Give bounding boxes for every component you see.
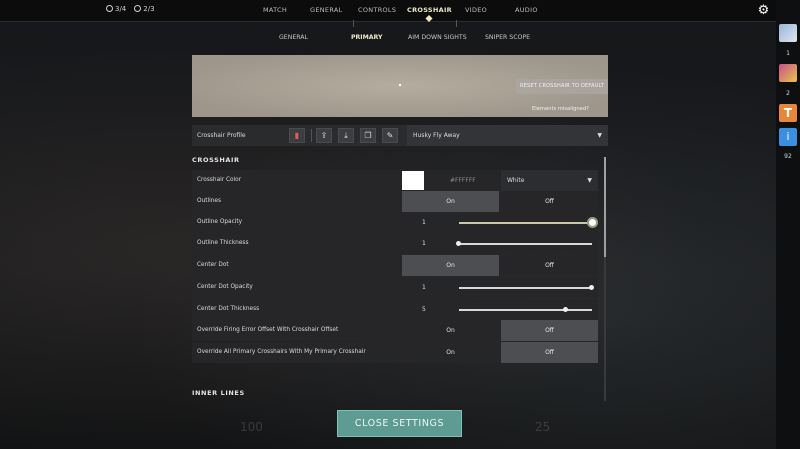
setting-value[interactable]: 5 [422, 306, 426, 313]
close-settings-button[interactable]: CLOSE SETTINGS [337, 410, 462, 437]
team-icon[interactable]: T [779, 104, 797, 122]
setting-outline-opacity: Outline Opacity 1 [192, 212, 598, 233]
setting-label: Outline Thickness [197, 240, 249, 246]
misaligned-link[interactable]: Elements misaligned? [532, 106, 589, 112]
setting-label: Outline Opacity [197, 219, 243, 225]
setting-center-dot: Center Dot On Off [192, 255, 598, 276]
tab-general[interactable]: GENERAL [310, 6, 343, 14]
setting-value[interactable]: 1 [422, 284, 426, 291]
crosshair-dot [399, 84, 401, 86]
setting-center-dot-thickness: Center Dot Thickness 5 [192, 299, 598, 320]
setting-crosshair-color: Crosshair Color #FFFFFF White ▼ [192, 170, 598, 191]
avatar[interactable] [779, 64, 797, 82]
setting-label: Center Dot Opacity [197, 284, 253, 290]
override-all-off-button[interactable]: Off [501, 342, 598, 363]
subtab-sniper-scope[interactable]: SNIPER SCOPE [485, 34, 530, 41]
setting-center-dot-opacity: Center Dot Opacity 1 [192, 277, 598, 298]
rename-profile-button[interactable]: ✎ [382, 128, 398, 143]
tab-controls[interactable]: CONTROLS [358, 6, 396, 14]
download-icon: ⤓ [344, 131, 348, 140]
export-profile-button[interactable]: ⇪ [316, 128, 332, 143]
round-counter-a: 3/4 [106, 5, 126, 13]
override-firing-off-button[interactable]: Off [501, 320, 598, 341]
setting-label: Center Dot Thickness [197, 306, 260, 312]
tab-match[interactable]: MATCH [263, 6, 287, 14]
profile-label: Crosshair Profile [197, 132, 246, 139]
setting-outlines: Outlines On Off [192, 191, 598, 212]
chevron-down-icon: ▼ [587, 177, 592, 184]
copy-icon: ❐ [364, 131, 372, 140]
setting-label: Crosshair Color [197, 177, 242, 183]
setting-override-all-primary: Override All Primary Crosshairs With My … [192, 342, 598, 363]
round-info: 3/4 2/3 [106, 5, 155, 13]
copy-profile-button[interactable]: ❐ [360, 128, 376, 143]
party-sidebar: 1 2 T ⅰ 92 [776, 0, 800, 449]
player-icon[interactable]: ⅰ [779, 128, 797, 146]
subtab-general[interactable]: GENERAL [279, 34, 308, 41]
tab-crosshair[interactable]: CROSSHAIR [407, 6, 452, 14]
color-select[interactable]: White ▼ [501, 170, 598, 191]
tab-audio[interactable]: AUDIO [515, 6, 538, 14]
gear-icon[interactable]: ⚙ [756, 3, 771, 18]
outlines-on-button[interactable]: On [402, 191, 499, 212]
tab-divider [353, 20, 354, 27]
setting-label: Center Dot [197, 262, 229, 268]
settings-topbar: 3/4 2/3 MATCH GENERAL CONTROLS CROSSHAIR… [0, 0, 776, 27]
tab-video[interactable]: VIDEO [465, 6, 487, 14]
background-hud-value-right: 25 [535, 420, 551, 434]
upload-icon: ⇪ [320, 131, 328, 140]
slider-handle[interactable] [563, 307, 568, 312]
tab-divider [456, 20, 457, 27]
target-icon [134, 5, 142, 12]
setting-outline-thickness: Outline Thickness 1 [192, 233, 598, 254]
eye-icon [106, 5, 113, 12]
avatar-count: 92 [784, 153, 792, 160]
center-dot-on-button[interactable]: On [402, 255, 499, 276]
setting-label: Override All Primary Crosshairs With My … [197, 349, 366, 355]
section-crosshair-title: CROSSHAIR [192, 156, 240, 164]
round-counter-b: 2/3 [134, 5, 155, 13]
outlines-off-button[interactable]: Off [501, 191, 598, 212]
avatar-count: 1 [786, 50, 790, 57]
center-dot-thickness-slider[interactable] [459, 309, 592, 311]
center-dot-opacity-slider[interactable] [459, 287, 592, 289]
override-firing-on-button[interactable]: On [402, 320, 499, 341]
subtab-aim-down-sights[interactable]: AIM DOWN SIGHTS [408, 34, 467, 41]
section-inner-lines-title: INNER LINES [192, 389, 245, 397]
edit-icon: ✎ [386, 131, 394, 140]
background-hud-value-left: 100 [240, 420, 263, 434]
slider-handle[interactable] [589, 219, 596, 226]
setting-label: Outlines [197, 198, 221, 204]
avatar[interactable] [779, 24, 797, 42]
delete-profile-button[interactable]: ▮ [289, 128, 305, 143]
reset-crosshair-button[interactable]: RESET CROSSHAIR TO DEFAULT [516, 79, 608, 94]
center-dot-off-button[interactable]: Off [501, 255, 598, 276]
setting-value[interactable]: 1 [422, 240, 426, 247]
override-all-on-button[interactable]: On [402, 342, 499, 363]
import-profile-button[interactable]: ⤓ [338, 128, 354, 143]
scrollbar-thumb[interactable] [604, 157, 606, 257]
settings-scrollbar[interactable] [604, 157, 606, 401]
color-swatch[interactable] [402, 171, 424, 190]
profile-select[interactable]: Husky Fly Away ▼ [407, 125, 608, 146]
subtab-primary[interactable]: PRIMARY [351, 34, 382, 41]
crosshair-profile-row: Crosshair Profile ▮ ⇪ ⤓ ❐ ✎ Husky Fly Aw… [192, 125, 608, 146]
trash-icon: ▮ [294, 131, 300, 140]
color-hex-input[interactable]: #FFFFFF [450, 177, 476, 184]
slider-handle[interactable] [589, 285, 594, 290]
avatar-count: 2 [786, 90, 790, 97]
slider-handle[interactable] [456, 241, 461, 246]
divider [311, 129, 312, 142]
setting-override-firing-error: Override Firing Error Offset With Crossh… [192, 320, 598, 341]
setting-label: Override Firing Error Offset With Crossh… [197, 327, 339, 333]
chevron-down-icon: ▼ [597, 132, 602, 139]
setting-value[interactable]: 1 [422, 219, 426, 226]
outline-opacity-slider[interactable] [459, 222, 592, 224]
outline-thickness-slider[interactable] [459, 243, 592, 245]
